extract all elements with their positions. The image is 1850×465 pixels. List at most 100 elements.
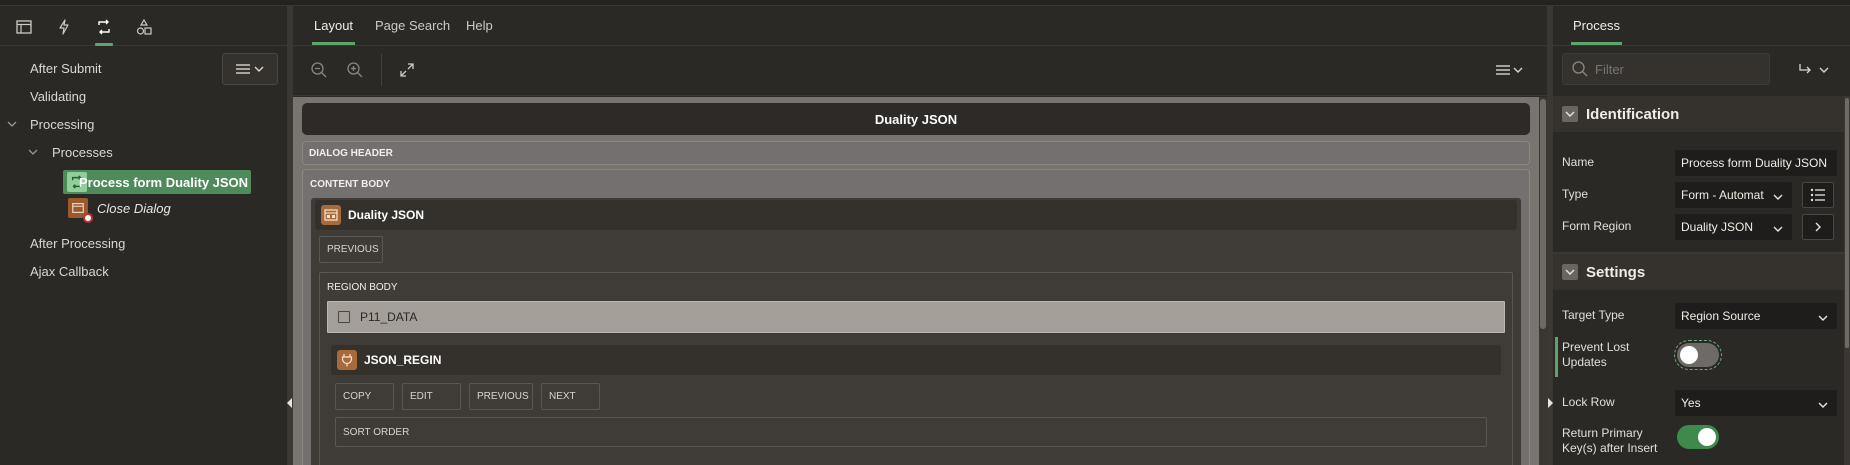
slot-label: DIALOG HEADER [309, 148, 393, 159]
collapse-processing-icon[interactable] [7, 119, 17, 130]
item-p11-data[interactable]: P11_DATA [327, 301, 1505, 333]
tree-item-processes[interactable]: Processes [52, 145, 113, 160]
region-json-regin[interactable]: JSON_REGIN COPY EDIT PREVIOUS NEXT SORT … [327, 343, 1505, 465]
tab-process[interactable]: Process [1571, 18, 1622, 45]
expand-icon[interactable] [395, 58, 419, 82]
type-value: Form - Automat [1681, 188, 1764, 202]
region-header: JSON_REGIN [331, 345, 1501, 375]
lock-row-label: Lock Row [1562, 395, 1615, 409]
type-label: Type [1562, 187, 1589, 201]
tree-item-after-submit[interactable]: After Submit [30, 61, 102, 76]
content-body-slot[interactable]: CONTENT BODY Duality JSON PREVIOUS REGIO… [302, 169, 1530, 465]
tree-menu-button[interactable] [222, 53, 278, 85]
sort-order-slot[interactable]: SORT ORDER [335, 417, 1487, 447]
copy-button-slot[interactable]: COPY [335, 383, 394, 410]
region-header: Duality JSON [315, 200, 1517, 230]
checkbox-icon [338, 311, 350, 323]
name-field[interactable]: Process form Duality JSON [1675, 150, 1837, 176]
processing-tab-icon[interactable] [91, 14, 117, 46]
hamburger-icon [236, 64, 250, 74]
hamburger-icon [1495, 65, 1510, 75]
settings-group-toggle[interactable]: Settings [1562, 254, 1645, 290]
chevron-down-icon [1818, 397, 1828, 411]
tab-page-search[interactable]: Page Search [375, 18, 450, 33]
slot-label: REGION BODY [327, 282, 398, 293]
tree-item-close-dialog[interactable]: Close Dialog [68, 198, 171, 223]
name-label: Name [1562, 155, 1595, 169]
edit-button-slot[interactable]: EDIT [402, 383, 461, 410]
tab-layout[interactable]: Layout [311, 18, 356, 45]
property-editor-tabs: Process [1553, 6, 1850, 46]
target-type-select[interactable]: Region Source [1675, 303, 1837, 329]
layout-menu-button[interactable] [1491, 58, 1527, 82]
form-region-icon [321, 205, 341, 225]
region-title: Duality JSON [348, 208, 425, 222]
label-line: Updates [1562, 355, 1607, 369]
property-editor-scrollbar[interactable] [1844, 96, 1850, 465]
tree-item-validating[interactable]: Validating [30, 89, 86, 104]
shared-components-tab-icon[interactable] [131, 14, 157, 40]
prevent-lost-updates-toggle[interactable] [1674, 340, 1722, 370]
property-editor: Process Identification Name Process form… [1553, 6, 1850, 465]
chevron-down-icon [254, 66, 264, 72]
lock-row-value: Yes [1681, 396, 1701, 410]
region-title: JSON_REGIN [364, 353, 442, 367]
tree-item-after-processing[interactable]: After Processing [30, 236, 125, 251]
collapse-group-icon [1562, 264, 1578, 280]
scrollbar-thumb[interactable] [1540, 99, 1546, 329]
error-badge-icon [83, 213, 93, 223]
tree-item-process-form-duality-json[interactable]: Process form Duality JSON [63, 170, 251, 194]
close-dialog-process-icon [68, 198, 93, 223]
lock-row-select[interactable]: Yes [1675, 390, 1837, 416]
region-body-slot[interactable]: REGION BODY P11_DATA JSON_REGIN COPY EDI… [319, 272, 1513, 465]
target-type-value: Region Source [1681, 309, 1761, 323]
type-list-button[interactable] [1802, 182, 1834, 208]
chevron-down-icon [1819, 67, 1828, 73]
form-region-value: Duality JSON [1681, 220, 1754, 234]
form-region-select[interactable]: Duality JSON [1675, 214, 1792, 240]
dialog-header-slot[interactable]: DIALOG HEADER [302, 141, 1530, 165]
left-pane: After Submit Validating Processing Proce… [0, 6, 287, 465]
toolbar-divider [381, 54, 382, 86]
tree-item-processing[interactable]: Processing [30, 117, 94, 132]
list-icon [1810, 188, 1825, 202]
group-title: Identification [1586, 105, 1680, 123]
chevron-down-icon [1773, 189, 1783, 203]
previous-button-slot[interactable]: PREVIOUS [319, 236, 383, 263]
previous-button-slot[interactable]: PREVIOUS [469, 383, 533, 410]
group-title: Settings [1586, 263, 1646, 281]
next-button-slot[interactable]: NEXT [541, 383, 600, 410]
type-select[interactable]: Form - Automat [1675, 182, 1792, 208]
scrollbar-thumb[interactable] [1845, 98, 1849, 348]
go-to-region-button[interactable] [1802, 214, 1834, 240]
layout-canvas[interactable]: Duality JSON DIALOG HEADER CONTENT BODY … [293, 97, 1539, 465]
center-pane: Layout Page Search Help Duality JSON DIA… [293, 6, 1547, 465]
canvas-scrollbar[interactable] [1539, 97, 1547, 465]
slot-label: CONTENT BODY [310, 179, 390, 190]
return-primary-keys-label: Return Primary Key(s) after Insert [1562, 426, 1657, 456]
filter-input[interactable] [1563, 54, 1769, 84]
region-duality-json[interactable]: Duality JSON PREVIOUS REGION BODY P11_DA… [311, 198, 1521, 465]
collapse-processes-icon[interactable] [28, 147, 38, 158]
center-tabs: Layout Page Search Help [293, 6, 1547, 46]
go-to-group-icon [1798, 64, 1811, 74]
tab-help[interactable]: Help [466, 18, 493, 33]
return-primary-keys-toggle[interactable] [1677, 425, 1719, 449]
chevron-right-icon [1815, 222, 1821, 232]
form-region-label: Form Region [1562, 219, 1632, 233]
zoom-in-icon[interactable] [343, 58, 367, 82]
page-title[interactable]: Duality JSON [302, 103, 1530, 135]
filter-field[interactable] [1562, 53, 1770, 85]
modified-indicator [1555, 337, 1558, 377]
identification-group-toggle[interactable]: Identification [1562, 96, 1679, 132]
rendering-tab-icon[interactable] [11, 14, 37, 40]
label-line: Prevent Lost [1562, 340, 1630, 354]
tree-item-label: Close Dialog [97, 200, 171, 216]
go-to-group-button[interactable] [1793, 59, 1833, 81]
dynamic-actions-tab-icon[interactable] [51, 14, 77, 40]
label-line: Key(s) after Insert [1562, 441, 1658, 455]
zoom-out-icon[interactable] [307, 58, 331, 82]
toggle-knob [1698, 428, 1716, 446]
tree-item-ajax-callback[interactable]: Ajax Callback [30, 264, 109, 279]
collapse-left-arrow-icon[interactable] [287, 398, 292, 408]
